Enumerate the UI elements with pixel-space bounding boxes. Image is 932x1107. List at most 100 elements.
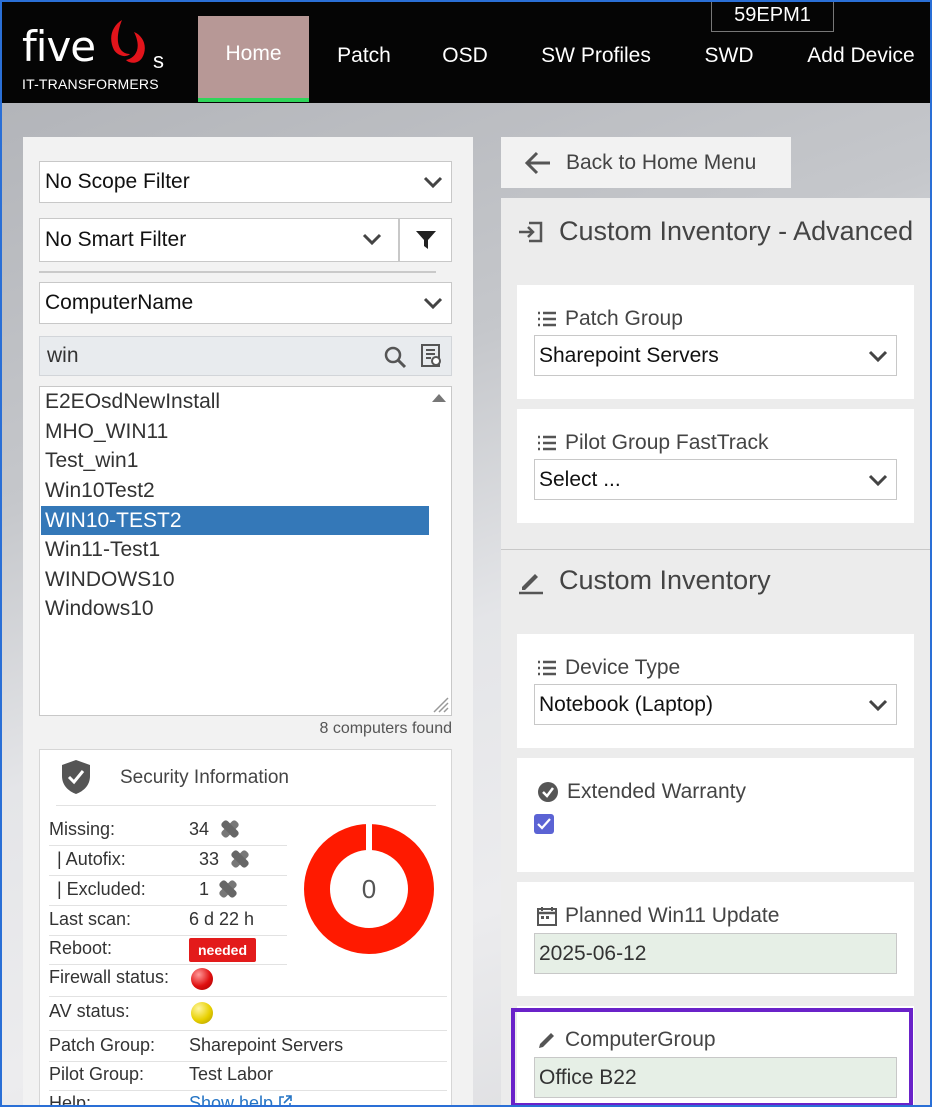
planned-update-input[interactable]: 2025-06-12 xyxy=(534,933,897,974)
advanced-search-icon[interactable] xyxy=(421,344,443,368)
smart-filter-select[interactable]: No Smart Filter xyxy=(39,218,399,262)
row-divider xyxy=(49,1090,447,1091)
pilot-group-field-label: Pilot Group FastTrack xyxy=(537,431,768,455)
sign-in-icon xyxy=(519,221,543,242)
list-icon xyxy=(538,311,556,327)
section-divider xyxy=(501,549,932,550)
chevron-down-icon xyxy=(362,233,382,246)
list-icon xyxy=(538,660,556,676)
scroll-up-arrow-icon[interactable] xyxy=(431,393,447,403)
patch-bandage-icon xyxy=(221,820,239,838)
row-divider xyxy=(49,935,287,936)
scope-filter-select[interactable]: No Scope Filter xyxy=(39,161,452,203)
patch-compliance-donut: 0 xyxy=(304,824,434,954)
row-divider xyxy=(49,964,287,965)
highlight-annotation xyxy=(511,1008,913,1107)
shield-check-icon xyxy=(62,760,90,794)
resize-grip-icon[interactable] xyxy=(432,696,450,714)
patch-group-select-value: Sharepoint Servers xyxy=(539,343,719,367)
device-name: 59EPM1 xyxy=(734,4,811,26)
list-item[interactable]: Test_win1 xyxy=(41,446,429,475)
list-item[interactable]: E2EOsdNewInstall xyxy=(41,387,429,416)
nav-tab-patch[interactable]: Patch xyxy=(318,16,410,102)
extended-warranty-checkbox[interactable] xyxy=(534,814,554,834)
list-item[interactable]: Win11-Test1 xyxy=(41,535,429,564)
computer-count: 8 computers found xyxy=(319,720,452,737)
patch-bandage-icon xyxy=(231,850,249,868)
last-scan-value: 6 d 22 h xyxy=(189,909,255,929)
computer-search-input[interactable]: win xyxy=(39,336,452,376)
arrow-left-icon xyxy=(524,151,550,174)
security-title: Security Information xyxy=(120,767,289,788)
device-type-field-label: Device Type xyxy=(537,656,680,680)
firewall-status-label: Firewall status: xyxy=(49,967,170,987)
av-status-label: AV status: xyxy=(49,1001,130,1021)
nav-tab-label: Patch xyxy=(337,44,391,67)
nav-tab-label: Home xyxy=(225,42,282,65)
list-item[interactable]: Win10Test2 xyxy=(41,476,429,505)
logo-suffix: s xyxy=(153,48,164,73)
check-circle-icon xyxy=(538,782,558,802)
pilot-group-card: Pilot Group FastTrack Select ... xyxy=(517,409,914,523)
list-item[interactable]: MHO_WIN11 xyxy=(41,417,429,446)
list-item[interactable]: Windows10 xyxy=(41,594,429,623)
logo-subtitle: IT-TRANSFORMERS xyxy=(22,76,159,92)
row-divider xyxy=(49,1030,447,1031)
autofix-value: 33 xyxy=(199,849,220,869)
missing-label: Missing: xyxy=(49,819,116,839)
security-information-box: Security Information Missing: 34 | Autof… xyxy=(39,749,452,1107)
row-divider xyxy=(49,845,287,846)
row-divider xyxy=(49,905,287,906)
row-divider xyxy=(49,996,447,997)
donut-center-value: 0 xyxy=(362,874,376,904)
help-label: Help: xyxy=(49,1093,92,1107)
nav-tab-label: SW Profiles xyxy=(541,44,651,67)
chevron-down-icon xyxy=(868,350,888,363)
pilot-group-select[interactable]: Select ... xyxy=(534,459,897,500)
patch-group-card: Patch Group Sharepoint Servers xyxy=(517,285,914,399)
nav-tab-osd[interactable]: OSD xyxy=(428,16,502,102)
chevron-down-icon xyxy=(868,699,888,712)
search-field-select[interactable]: ComputerName xyxy=(39,282,452,324)
device-type-select[interactable]: Notebook (Laptop) xyxy=(534,684,897,725)
excluded-value: 1 xyxy=(199,879,210,899)
computer-list[interactable]: E2EOsdNewInstall MHO_WIN11 Test_win1 Win… xyxy=(39,386,452,716)
scope-filter-value: No Scope Filter xyxy=(45,170,190,193)
patch-bandage-icon xyxy=(219,880,237,898)
av-status-indicator xyxy=(191,1002,213,1024)
logo-text: five xyxy=(22,22,96,71)
filter-button[interactable] xyxy=(399,218,452,262)
reboot-label: Reboot: xyxy=(49,938,113,958)
chevron-down-icon xyxy=(868,474,888,487)
funnel-icon xyxy=(415,231,436,249)
patch-group-select[interactable]: Sharepoint Servers xyxy=(534,335,897,376)
calendar-icon xyxy=(537,907,557,926)
patch-group-label: Patch Group: xyxy=(49,1035,156,1055)
back-button-label: Back to Home Menu xyxy=(566,150,757,174)
firewall-status-indicator xyxy=(191,968,213,990)
advanced-section-heading: Custom Inventory - Advanced xyxy=(517,216,913,247)
row-divider xyxy=(49,875,287,876)
logo-mark-icon xyxy=(111,20,145,63)
company-logo[interactable]: five s IT-TRANSFORMERS xyxy=(20,18,170,96)
excluded-label: | Excluded: xyxy=(57,879,146,899)
search-icon[interactable] xyxy=(383,345,407,369)
search-field-value: ComputerName xyxy=(45,291,194,314)
custom-inventory-title: Custom Inventory xyxy=(559,565,771,595)
nav-tab-sw-profiles[interactable]: SW Profiles xyxy=(525,16,667,102)
chevron-down-icon xyxy=(423,176,443,189)
planned-update-card: Planned Win11 Update 2025-06-12 xyxy=(517,882,914,996)
show-help-link[interactable]: Show help xyxy=(189,1093,292,1107)
top-navigation-bar: five s IT-TRANSFORMERS Home Patch OSD SW… xyxy=(0,0,932,103)
chevron-down-icon xyxy=(423,297,443,310)
list-icon xyxy=(538,435,556,451)
computer-selection-panel: No Scope Filter No Smart Filter Computer… xyxy=(23,137,473,1107)
back-to-home-button[interactable]: Back to Home Menu xyxy=(501,137,791,188)
pilot-group-value: Test Labor xyxy=(189,1064,274,1084)
checkmark-icon xyxy=(537,818,551,830)
list-item-selected[interactable]: WIN10-TEST2 xyxy=(41,506,429,535)
nav-tab-label: OSD xyxy=(442,44,488,67)
pilot-group-select-value: Select ... xyxy=(539,467,621,491)
nav-tab-home[interactable]: Home xyxy=(198,16,309,102)
list-item[interactable]: WINDOWS10 xyxy=(41,565,429,594)
